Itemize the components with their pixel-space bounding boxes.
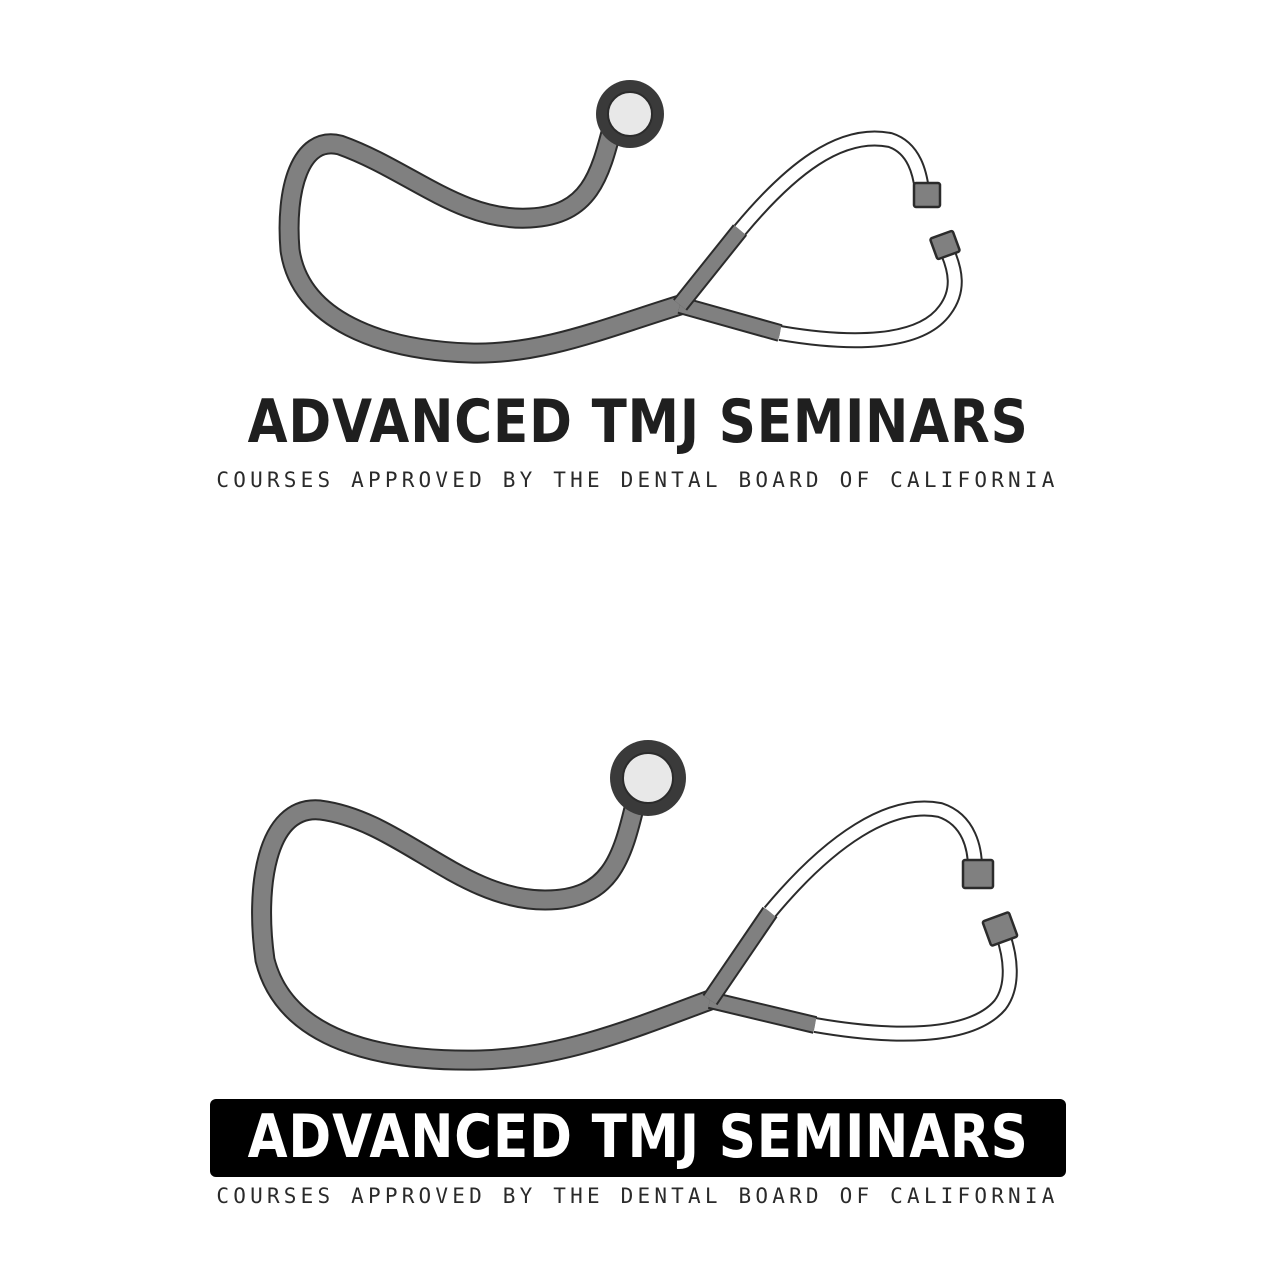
brand-title: ADVANCED TMJ SEMINARS bbox=[247, 1102, 1029, 1172]
brand-subtitle: COURSES APPROVED BY THE DENTAL BOARD OF … bbox=[216, 1184, 1059, 1208]
brand-subtitle: COURSES APPROVED BY THE DENTAL BOARD OF … bbox=[216, 468, 1059, 492]
stethoscope-icon bbox=[278, 80, 963, 364]
logo-plain: ADVANCED TMJ SEMINARS COURSES APPROVED B… bbox=[0, 0, 1275, 520]
stethoscope-icon bbox=[251, 740, 1019, 1071]
logo-boxed: ADVANCED TMJ SEMINARS COURSES APPROVED B… bbox=[0, 700, 1275, 1220]
brand-title: ADVANCED TMJ SEMINARS bbox=[247, 387, 1029, 457]
